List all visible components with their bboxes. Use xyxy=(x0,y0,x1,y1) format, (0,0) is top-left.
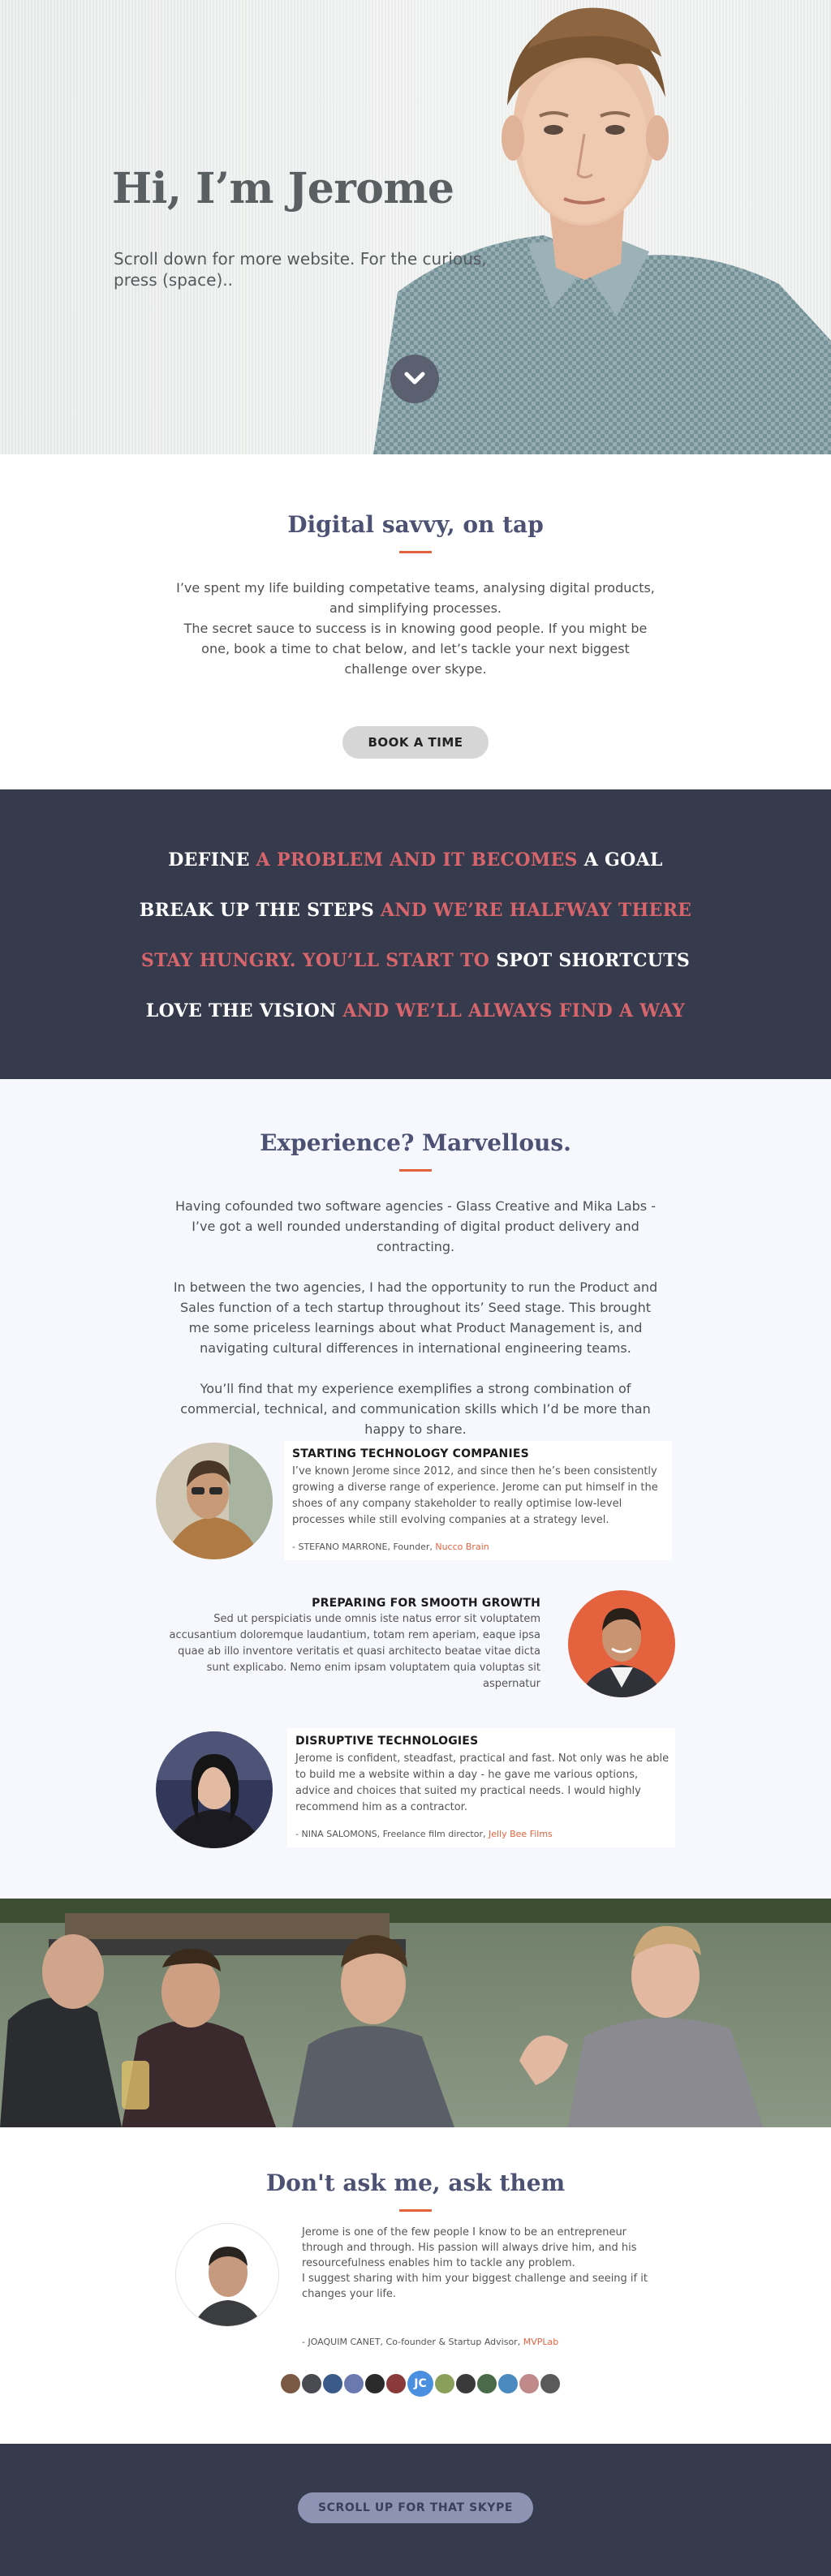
section-heading: Don't ask me, ask them xyxy=(265,2170,566,2196)
testimonial-text: Sed ut perspiciatis unde omnis iste natu… xyxy=(169,1613,540,1690)
intro-section: Digital savvy, on tap I’ve spent my life… xyxy=(0,454,831,789)
testimonial-title: STARTING TECHNOLOGY COMPANIES xyxy=(292,1447,529,1460)
reference-dot[interactable] xyxy=(498,2374,518,2393)
testimonial: PREPARING FOR SMOOTH GROWTH Sed ut persp… xyxy=(156,1590,678,1710)
testimonial-card: PREPARING FOR SMOOTH GROWTH Sed ut persp… xyxy=(156,1597,540,1692)
hero-title: Hi, I’m Jerome xyxy=(112,164,454,213)
avatar xyxy=(156,1443,273,1559)
reference-dot[interactable] xyxy=(540,2374,560,2393)
experience-section: Experience? Marvellous. Having cofounded… xyxy=(0,1079,831,1899)
company-link[interactable]: Jelly Bee Films xyxy=(489,1829,553,1839)
reference-dot[interactable] xyxy=(323,2374,342,2393)
testimonial-text: I’ve known Jerome since 2012, and since … xyxy=(292,1465,658,1526)
reference-dot[interactable] xyxy=(435,2374,454,2393)
reference-dot[interactable] xyxy=(365,2374,385,2393)
reference-dot[interactable] xyxy=(477,2374,497,2393)
reference-dot[interactable] xyxy=(302,2374,321,2393)
reference-author: - JOAQUIM CANET, Co-founder & Startup Ad… xyxy=(302,2337,523,2347)
reference-dot[interactable] xyxy=(386,2374,406,2393)
testimonial-author: - STEFANO MARRONE, Founder, xyxy=(292,1542,436,1552)
section-heading: Digital savvy, on tap xyxy=(287,511,544,538)
reference-quote: Jerome is one of the few people I know t… xyxy=(302,2225,652,2302)
scroll-up-button[interactable]: SCROLL UP FOR THAT SKYPE xyxy=(298,2492,533,2523)
company-link[interactable]: MVPLab xyxy=(523,2337,559,2347)
team-photo xyxy=(0,1899,831,2127)
references-section: Don't ask me, ask them Jerome is one of … xyxy=(0,2127,831,2444)
manifesto-line: DEFINE A PROBLEM AND IT BECOMES A GOAL xyxy=(0,848,831,898)
manifesto-text: DEFINE xyxy=(168,849,256,871)
reference-text: I suggest sharing with him your biggest … xyxy=(302,2273,648,2300)
manifesto-highlight: AND WE’LL ALWAYS FIND A WAY xyxy=(342,1000,686,1021)
reference-dot[interactable] xyxy=(456,2374,476,2393)
scroll-down-button[interactable] xyxy=(390,355,439,403)
intro-paragraph: The secret sauce to success is in knowin… xyxy=(183,621,648,677)
avatar xyxy=(175,2223,279,2327)
manifesto-line: LOVE THE VISION AND WE’LL ALWAYS FIND A … xyxy=(0,999,831,1049)
heading-underline xyxy=(399,2209,432,2212)
manifesto-text: BREAK UP THE STEPS xyxy=(139,900,381,921)
manifesto-line: STAY HUNGRY. YOU’LL START TO SPOT SHORTC… xyxy=(0,948,831,999)
testimonial: STARTING TECHNOLOGY COMPANIES I’ve known… xyxy=(156,1441,672,1571)
reference-dot[interactable] xyxy=(281,2374,300,2393)
heading-underline xyxy=(399,551,432,553)
heading-underline xyxy=(399,1169,432,1172)
avatar xyxy=(568,1590,675,1697)
footer: SCROLL UP FOR THAT SKYPE xyxy=(0,2444,831,2576)
reference-dot[interactable] xyxy=(344,2374,364,2393)
reference-text: Jerome is one of the few people I know t… xyxy=(302,2226,637,2269)
experience-paragraph: You’ll find that my experience exemplifi… xyxy=(180,1381,651,1437)
manifesto-section: DEFINE A PROBLEM AND IT BECOMES A GOAL B… xyxy=(0,789,831,1079)
reference-dot-active[interactable]: JC xyxy=(407,2371,433,2397)
testimonial-title: PREPARING FOR SMOOTH GROWTH xyxy=(312,1597,540,1610)
manifesto-text: LOVE THE VISION xyxy=(145,1000,343,1021)
testimonial-card: DISRUPTIVE TECHNOLOGIES Jerome is confid… xyxy=(287,1728,675,1847)
manifesto-text: A GOAL xyxy=(583,849,663,871)
chevron-down-icon xyxy=(404,372,425,385)
reference-dot[interactable] xyxy=(519,2374,539,2393)
company-link[interactable]: Nucco Brain xyxy=(435,1542,489,1552)
experience-paragraph: In between the two agencies, I had the o… xyxy=(173,1279,658,1356)
reference-signature: - JOAQUIM CANET, Co-founder & Startup Ad… xyxy=(302,2337,558,2347)
manifesto-highlight: A PROBLEM AND IT BECOMES xyxy=(256,849,584,871)
avatar xyxy=(156,1731,273,1848)
section-heading: Experience? Marvellous. xyxy=(260,1129,571,1156)
testimonial-signature: - NINA SALOMONS, Freelance film director… xyxy=(295,1829,670,1839)
testimonial-author: - NINA SALOMONS, Freelance film director… xyxy=(295,1829,489,1839)
manifesto-text: SPOT SHORTCUTS xyxy=(496,950,691,971)
book-a-time-button[interactable]: BOOK A TIME xyxy=(342,726,489,759)
testimonial-card: STARTING TECHNOLOGY COMPANIES I’ve known… xyxy=(284,1441,672,1560)
hero-subtitle: Scroll down for more website. For the cu… xyxy=(114,249,487,290)
manifesto-highlight: AND WE’RE HALFWAY THERE xyxy=(381,900,692,921)
testimonial-title: DISRUPTIVE TECHNOLOGIES xyxy=(295,1735,479,1748)
experience-paragraph: Having cofounded two software agencies -… xyxy=(175,1198,656,1254)
testimonial-signature: - STEFANO MARRONE, Founder, Nucco Brain xyxy=(292,1542,667,1552)
reference-selector: JC xyxy=(281,2371,560,2397)
testimonial-text: Jerome is confident, steadfast, practica… xyxy=(295,1752,670,1813)
intro-paragraph: I’ve spent my life building competative … xyxy=(176,580,655,616)
manifesto-line: BREAK UP THE STEPS AND WE’RE HALFWAY THE… xyxy=(0,898,831,948)
hero-section: Hi, I’m Jerome Scroll down for more webs… xyxy=(0,0,831,454)
testimonial: DISRUPTIVE TECHNOLOGIES Jerome is confid… xyxy=(156,1728,675,1858)
manifesto-highlight: STAY HUNGRY. YOU’LL START TO xyxy=(140,950,497,971)
